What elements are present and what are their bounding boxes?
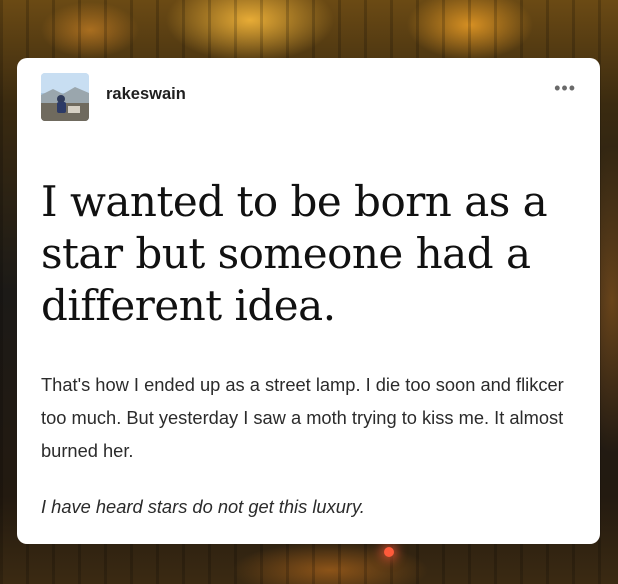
post-body: That's how I ended up as a street lamp. … (41, 374, 564, 461)
background-red-light (384, 547, 394, 557)
avatar[interactable] (41, 73, 89, 121)
username[interactable]: rakeswain (106, 85, 186, 104)
more-options-icon[interactable]: ••• (554, 78, 576, 99)
post-card: rakeswain ••• I wanted to be born as a s… (17, 58, 600, 544)
avatar-photo-icon (41, 73, 89, 121)
post-headline: I wanted to be born as a star but someon… (41, 177, 548, 330)
post-header: rakeswain ••• (41, 73, 576, 121)
post-italic-quote: I have heard stars do not get this luxur… (41, 496, 365, 517)
